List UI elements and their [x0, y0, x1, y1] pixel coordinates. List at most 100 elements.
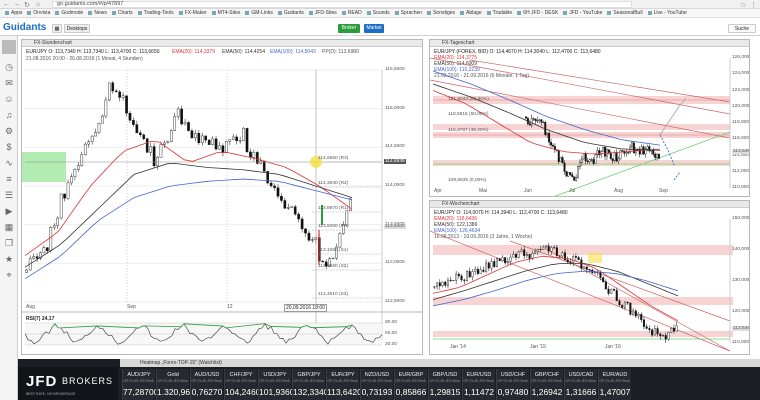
desktops-button[interactable]: Desktops [64, 24, 90, 33]
ticker-item[interactable]: EUR/USD GP 01:45 JFD Brok. 1,11472 [462, 369, 495, 400]
hourly-chart-panel[interactable]: FX-Stundenchart EUR/JPY O: 113,7340 H: 1… [21, 39, 423, 355]
weekly-candle [653, 328, 656, 336]
daily-chart-panel[interactable]: FX-Tageschart EUR/JPY (FOREX, BID) O: 11… [429, 39, 750, 197]
clock-icon[interactable]: ◷ [2, 60, 16, 74]
pin-icon[interactable]: ⌖ [2, 268, 16, 282]
daily-chart-canvas[interactable] [430, 40, 750, 197]
bookmark-item[interactable]: SeasonalBull [607, 9, 643, 17]
bookmark-item[interactable]: Live - YouTube [647, 9, 687, 17]
hourly-candle [225, 141, 228, 153]
jfd-brokers-logo[interactable]: JFD BROKERS BEST RATE. NO BROKERAGE [18, 367, 118, 400]
ticker-item[interactable]: USD/CAD GP 01:45 JFD Brok. 1,31666 [564, 369, 597, 400]
weekly-candle [463, 279, 466, 281]
dollar-icon[interactable]: $ [2, 140, 16, 154]
daily-candle [536, 120, 539, 122]
ticker-item[interactable]: USD/CHF GP 01:45 JFD Brok. 0,97480 [496, 369, 529, 400]
broker-login-button[interactable]: Broker Login [338, 24, 360, 40]
weekly-candle [667, 332, 670, 340]
bookmark-item[interactable]: Ablage [460, 9, 482, 17]
daily-candle [588, 159, 591, 162]
bookmark-item[interactable]: FX-Maker [178, 9, 207, 17]
bookmark-item[interactable]: Apps [5, 9, 22, 17]
hourly-chart-canvas[interactable] [22, 40, 423, 355]
ticker-item[interactable]: AUD/USD GP 01:45 JFD Brok. 0,76270 [190, 369, 223, 400]
bookmark-item[interactable]: Sprachen [394, 9, 422, 17]
chart-icon[interactable]: ∿ [2, 156, 16, 170]
book-icon[interactable]: ❐ [2, 236, 16, 250]
weekly-candle [645, 326, 648, 329]
calendar-icon[interactable]: ▦ [2, 220, 16, 234]
bookmark-item[interactable]: Trading-Tools [137, 9, 174, 17]
left-sidebar: ◷ ✉ ☺ ♫ ⚙ $ ∿ ≡ ☰ ▶ ▦ ❐ ★ ⌖ [0, 36, 18, 400]
bookmark-item[interactable]: 6H JFD - DESK [517, 9, 558, 17]
zone-band [433, 297, 733, 305]
ticker-item[interactable]: EUR/AUD GP 01:45 JFD Brok. 1,47007 [598, 369, 631, 400]
bookmark-item[interactable]: News [88, 9, 107, 17]
market-button[interactable]: Market [364, 24, 384, 33]
bookmark-item[interactable]: MT4-Sites [211, 9, 240, 17]
ticker-item[interactable]: USD/JPY GP 01:45 JFD Brok. 101,93600 [258, 369, 299, 400]
weekly-chart-panel[interactable]: FX-Wochenchart EUR/JPY O: 114,0070 H: 11… [429, 200, 750, 355]
hourly-candle [173, 116, 177, 131]
weekly-chart-canvas[interactable] [430, 201, 750, 355]
avatar[interactable] [2, 40, 16, 54]
bookmark-item[interactable]: JFD - YouTube [563, 9, 602, 17]
grid-icon[interactable]: ▦ [52, 24, 62, 33]
menu-icon[interactable]: ⋮ [750, 1, 757, 9]
reload-icon[interactable]: ↻ [24, 1, 30, 9]
forward-icon[interactable]: → [13, 1, 20, 8]
app-logo[interactable]: Guidants [3, 22, 46, 33]
weekly-candle [523, 249, 526, 257]
ticker-item[interactable]: EUR/GBP GP 01:45 JFD Brok. 0,85866 [394, 369, 427, 400]
bookmark-icon [245, 10, 250, 15]
gear-icon[interactable]: ⚙ [2, 124, 16, 138]
bookmark-item[interactable]: READ [341, 9, 362, 17]
home-icon[interactable]: ⌂ [36, 1, 40, 8]
back-icon[interactable]: ← [3, 1, 10, 8]
hourly-y-tick: 114,5000 [385, 144, 405, 150]
hourly-candle [101, 115, 104, 124]
ticker-item[interactable]: GBP/USD GP 01:45 JFD Brok. 1,29815 [428, 369, 461, 400]
list-icon[interactable]: ☰ [2, 188, 16, 202]
weekly-candle [642, 319, 645, 327]
weekly-candle [482, 269, 485, 272]
star-icon[interactable]: ☆ [740, 1, 746, 9]
ticker-item[interactable]: EUR/JPY GP 01:45 JFD Brok. 113,64200 [326, 369, 367, 400]
weekly-current-price: 113,6480 [732, 326, 749, 331]
chat-icon[interactable]: ✉ [2, 76, 16, 90]
daily-y-tick: 124,0000 [732, 71, 750, 77]
star-icon[interactable]: ★ [2, 252, 16, 266]
ticker-item[interactable]: GBP/JPY GP 01:45 JFD Brok. 132,33400 [292, 369, 333, 400]
bookmark-item[interactable]: Godmode [55, 9, 83, 17]
bookmark-item[interactable]: JFD-Sites [308, 9, 337, 17]
bookmark-item[interactable]: Onvista [27, 9, 50, 17]
search-button[interactable]: Suche [728, 24, 756, 33]
ticker-title[interactable]: Heatmap „Forex-TOP-15" (Watchlist) [120, 359, 760, 367]
bookmark-icon [341, 10, 346, 15]
weekly-candle [566, 259, 569, 262]
hourly-candle [104, 99, 108, 117]
bookmark-item[interactable]: Guidants [277, 9, 304, 17]
ticker-item[interactable]: GBP/CHF GP 01:45 JFD Brok. 1,26942 [530, 369, 563, 400]
bookmark-item[interactable]: Charts [111, 9, 133, 17]
ticker-item[interactable]: Gold GP 01:45 JFD Brok. 1.320,96 [156, 369, 190, 400]
hourly-candle [190, 130, 194, 139]
daily-y-tick: 122,0000 [732, 87, 750, 93]
weekly-candle [520, 249, 523, 252]
ticker-item[interactable]: AUD/JPY GP 01:45 JFD Brok. 77,28700 [122, 369, 158, 400]
url-field[interactable]: go.guidants.com/#/p/47897 [52, 1, 632, 8]
weekly-candle [436, 282, 439, 287]
video-icon[interactable]: ▶ [2, 204, 16, 218]
news-icon[interactable]: ≡ [2, 172, 16, 186]
ticker-item[interactable]: CHF/JPY GP 01:45 JFD Brok. 104,24600 [224, 369, 265, 400]
bookmark-item[interactable]: Sounds [366, 9, 390, 17]
bookmark-item[interactable]: Sonstiges [427, 9, 455, 17]
bookmark-item[interactable]: Tradable [486, 9, 512, 17]
ticker-symbol: USD/CHF [500, 372, 526, 378]
weekly-candle [662, 335, 665, 337]
ticker-item[interactable]: NZD/USD GP 01:45 JFD Brok. 0,73193 [360, 369, 393, 400]
bookmark-label: JFD-Sites [314, 10, 337, 16]
bell-icon[interactable]: ♫ [2, 108, 16, 122]
bookmark-item[interactable]: GM-Links [245, 9, 273, 17]
people-icon[interactable]: ☺ [2, 92, 16, 106]
